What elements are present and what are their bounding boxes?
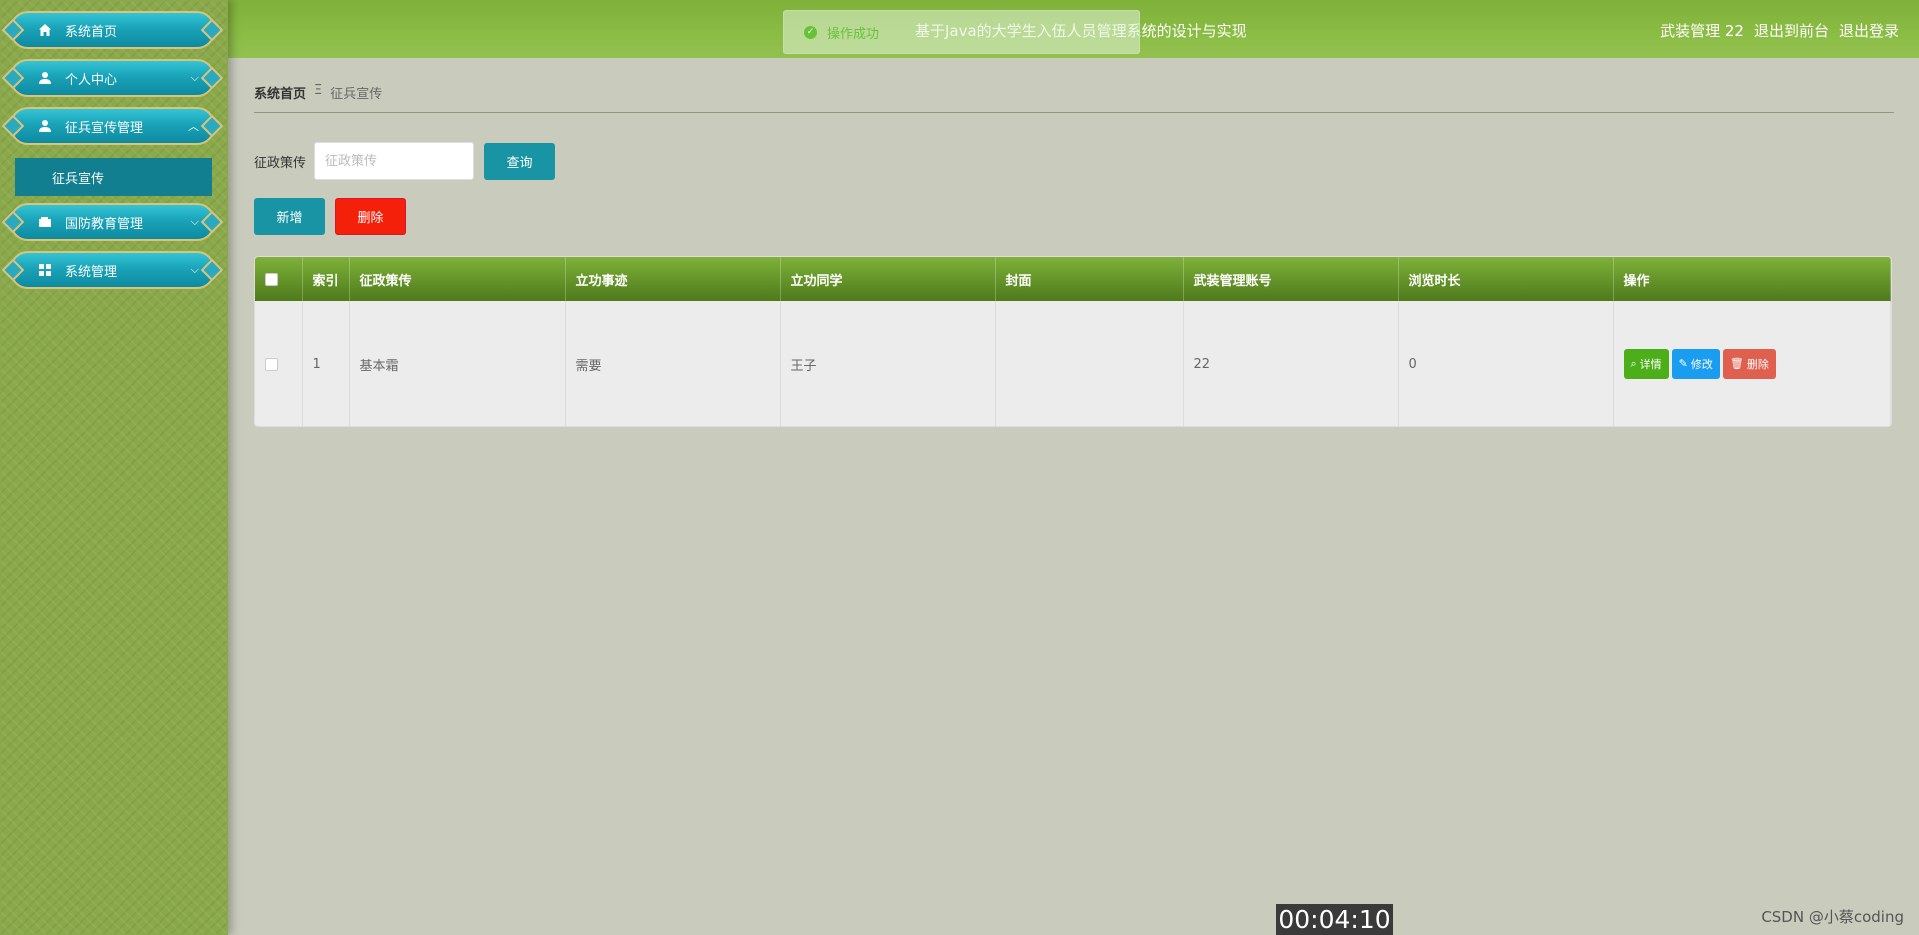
breadcrumb-current: 征兵宣传 — [330, 87, 383, 102]
current-user: 武装管理 22 — [1660, 22, 1744, 40]
sidebar-item-label: 国防教育管理 — [65, 216, 144, 232]
detail-button[interactable]: ⌕ 详情 — [1623, 349, 1669, 380]
table-header-row: 索引 征政策传 立功事迹 立功同学 封面 武装管理账号 浏览时长 操作 — [255, 257, 1891, 301]
cell-duration: 0 — [1398, 301, 1614, 426]
user-icon — [37, 118, 53, 134]
sidebar-subitem-recruitment-promo[interactable]: 征兵宣传 — [15, 158, 212, 196]
cell-policy: 基本霜 — [349, 301, 566, 426]
sidebar-item-recruitment[interactable]: 征兵宣传管理 ︿ — [10, 107, 215, 145]
video-timer: 00:04:10 — [1276, 904, 1393, 935]
column-header: 操作 — [1613, 257, 1891, 301]
chevron-down-icon: ⌵ — [190, 215, 199, 228]
column-header: 浏览时长 — [1398, 257, 1614, 301]
cell-deeds: 需要 — [565, 301, 781, 426]
sidebar-item-system[interactable]: 系统管理 ⌵ — [10, 251, 215, 289]
watermark: CSDN @小蔡coding — [1761, 908, 1904, 926]
toast-message: 操作成功 — [827, 26, 880, 42]
query-button[interactable]: 查询 — [484, 142, 556, 180]
breadcrumb: 系统首页 Ξ 征兵宣传 — [254, 83, 1894, 113]
search-input[interactable] — [314, 142, 475, 180]
column-header: 索引 — [302, 257, 350, 301]
cell-classmate: 王子 — [780, 301, 996, 426]
sidebar-item-profile[interactable]: 个人中心 ⌵ — [10, 59, 215, 97]
wallet-icon — [37, 214, 53, 230]
cell-index: 1 — [302, 301, 350, 426]
edit-label: 修改 — [1690, 357, 1713, 371]
sidebar-item-label: 系统首页 — [65, 24, 118, 40]
batch-delete-button[interactable]: 删除 — [335, 198, 406, 235]
logout-link[interactable]: 退出登录 — [1839, 20, 1899, 41]
sidebar-item-label: 系统管理 — [65, 264, 118, 280]
cell-cover — [995, 301, 1184, 426]
sidebar-item-label: 个人中心 — [65, 72, 118, 88]
column-header: 立功事迹 — [565, 257, 781, 301]
column-header: 武装管理账号 — [1183, 257, 1399, 301]
table-row: 1 基本霜 需要 王子 22 0 ⌕ 详情 ✎ 修改 🗑 删除 — [255, 301, 1891, 426]
breadcrumb-home[interactable]: 系统首页 — [254, 83, 306, 102]
action-bar: 新增 删除 — [254, 198, 406, 235]
sidebar-item-home[interactable]: 系统首页 — [10, 11, 215, 49]
breadcrumb-separator: Ξ — [314, 83, 323, 98]
user-icon — [37, 70, 53, 86]
chevron-up-icon: ︿ — [188, 120, 199, 133]
add-button[interactable]: 新增 — [254, 198, 325, 235]
header-user-area: 武装管理 22 退出到前台 退出登录 — [1660, 20, 1899, 41]
select-all-checkbox[interactable] — [265, 272, 278, 286]
cell-account: 22 — [1183, 301, 1399, 426]
row-select-cell — [255, 301, 303, 426]
data-table: 索引 征政策传 立功事迹 立功同学 封面 武装管理账号 浏览时长 操作 1 基本… — [254, 256, 1892, 427]
home-icon — [37, 22, 53, 38]
sidebar-item-defense-education[interactable]: 国防教育管理 ⌵ — [10, 203, 215, 241]
success-toast: ✓ 操作成功 — [783, 10, 1140, 54]
grid-icon — [37, 262, 53, 278]
delete-button[interactable]: 🗑 删除 — [1722, 348, 1776, 379]
sidebar-item-label: 征兵宣传管理 — [65, 120, 144, 136]
row-checkbox[interactable] — [265, 357, 278, 371]
column-header: 征政策传 — [349, 257, 566, 301]
edit-icon: ✎ — [1678, 357, 1688, 371]
column-header: 立功同学 — [780, 257, 996, 301]
cell-operations: ⌕ 详情 ✎ 修改 🗑 删除 — [1613, 301, 1891, 426]
select-all-cell — [255, 257, 303, 301]
search-label: 征政策传 — [254, 155, 307, 171]
edit-button[interactable]: ✎ 修改 — [1671, 348, 1720, 379]
column-header: 封面 — [995, 257, 1184, 301]
chevron-down-icon: ⌵ — [190, 263, 199, 276]
sidebar: 系统首页 个人中心 ⌵ 征兵宣传管理 ︿ 征兵宣传 国防教育管理 ⌵ 系统管理 … — [0, 0, 228, 935]
main-content: 系统首页 Ξ 征兵宣传 征政策传 查询 新增 删除 索引 征政策传 立功事迹 立… — [228, 58, 1919, 935]
trash-icon: 🗑 — [1729, 357, 1744, 371]
chevron-down-icon: ⌵ — [190, 71, 199, 84]
check-circle-icon: ✓ — [804, 25, 817, 39]
delete-label: 删除 — [1746, 357, 1769, 371]
search-bar: 征政策传 查询 — [254, 142, 556, 180]
search-icon: ⌕ — [1630, 357, 1637, 371]
detail-label: 详情 — [1639, 358, 1662, 372]
to-front-link[interactable]: 退出到前台 — [1754, 20, 1829, 41]
